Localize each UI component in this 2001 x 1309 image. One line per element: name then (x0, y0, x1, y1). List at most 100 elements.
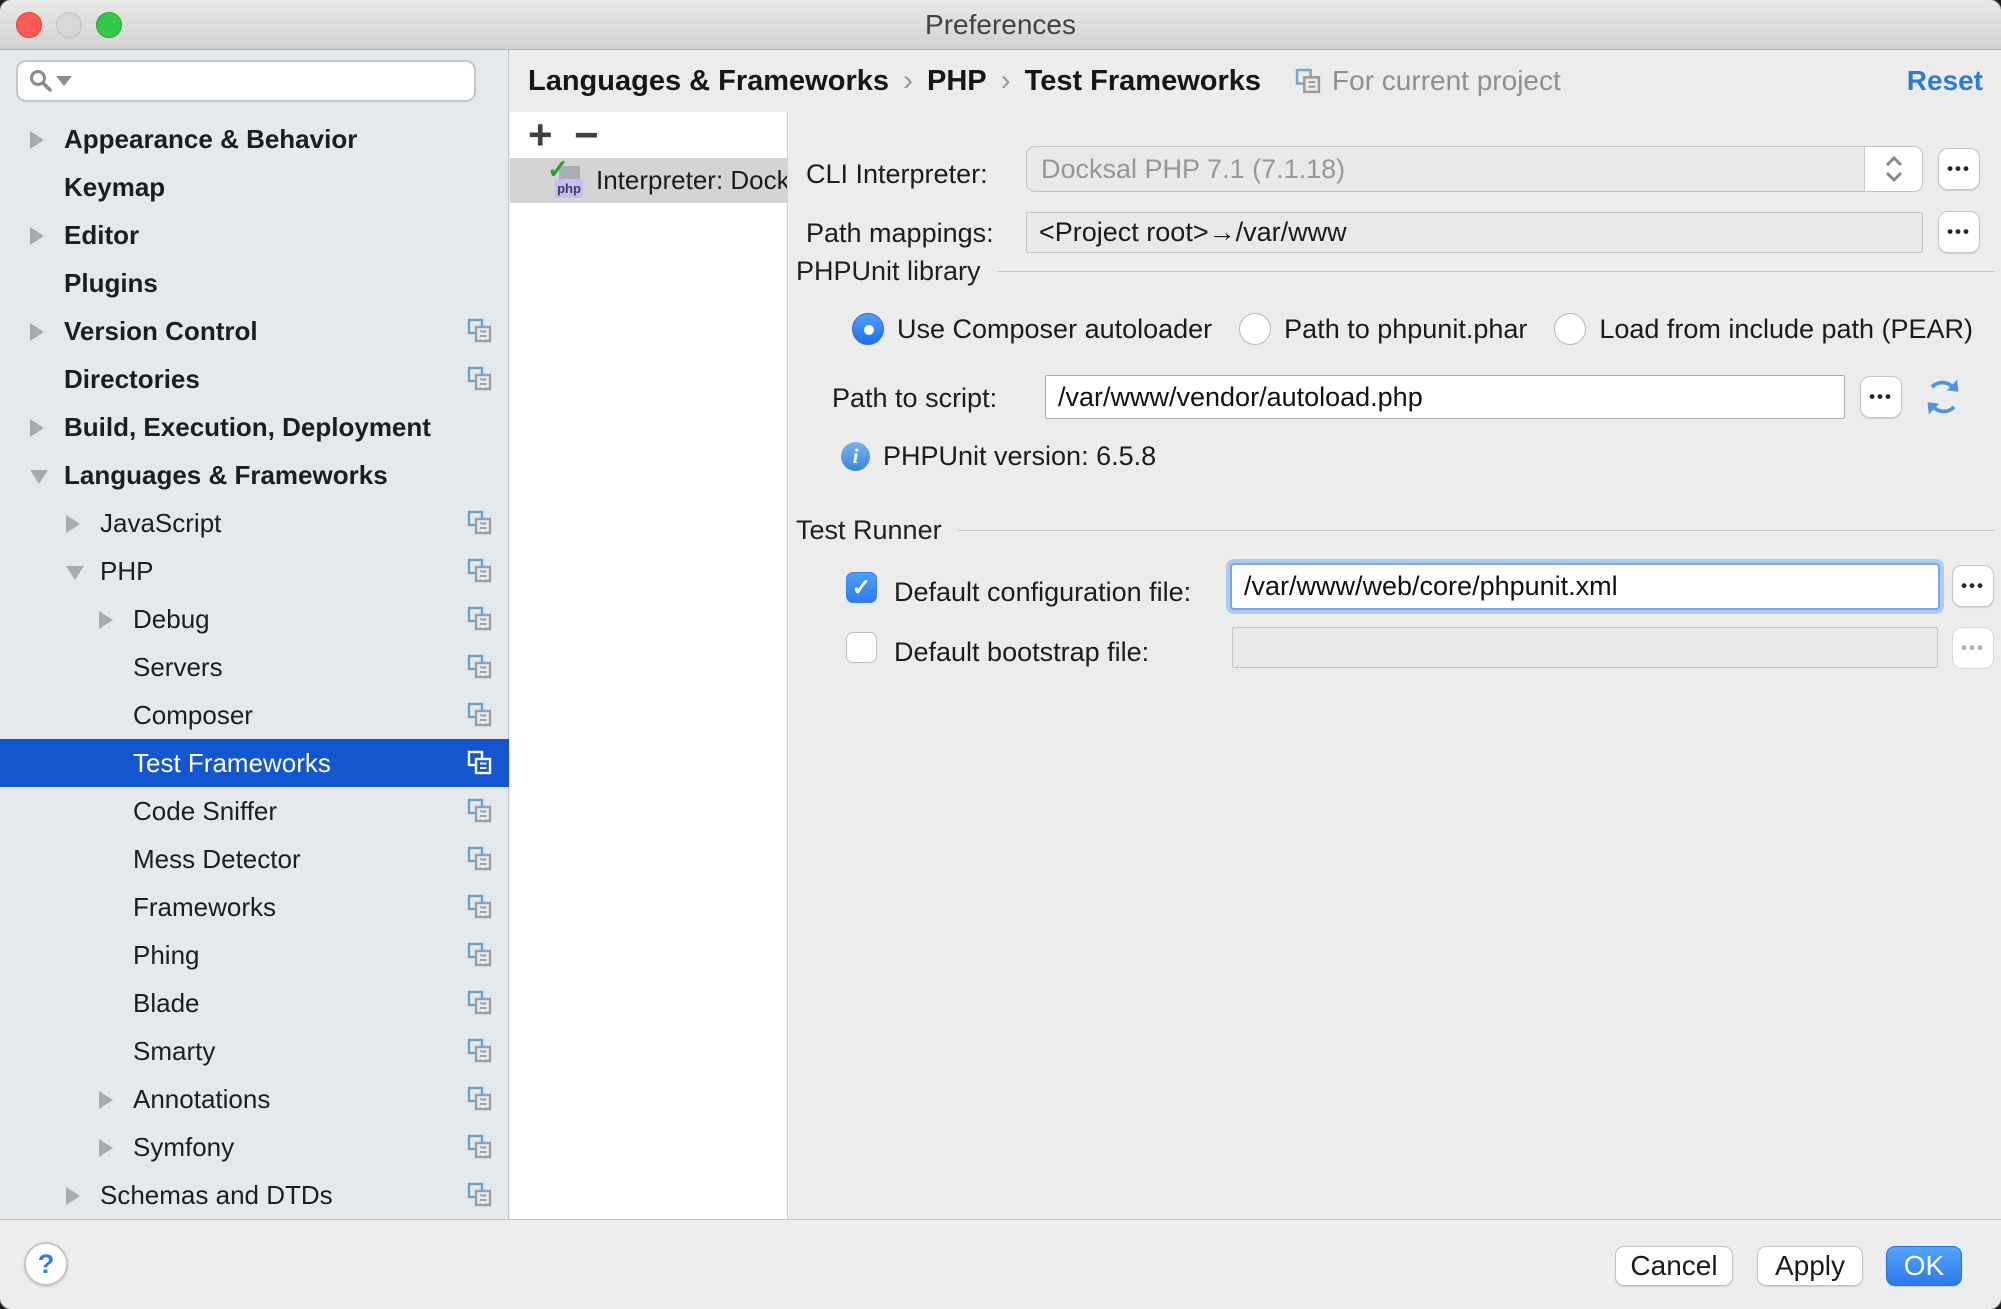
sidebar-item-label: Appearance & Behavior (64, 115, 357, 163)
sidebar-item-phing[interactable]: Phing (0, 931, 509, 979)
default-bootstrap-field[interactable] (1232, 627, 1938, 668)
shared-settings-icon (467, 894, 493, 920)
sidebar-item-label: Build, Execution, Deployment (64, 403, 431, 451)
sidebar-item-label: JavaScript (100, 499, 221, 547)
sidebar-item-plugins[interactable]: Plugins (0, 259, 509, 307)
radio-circle-icon[interactable] (1554, 313, 1586, 345)
radio-circle-icon[interactable] (852, 313, 884, 345)
search-icon (28, 68, 54, 94)
disclosure-expanded-icon[interactable] (30, 470, 48, 484)
sidebar-item-javascript[interactable]: JavaScript (0, 499, 509, 547)
search-input[interactable] (80, 65, 464, 98)
default-configuration-checkbox[interactable]: ✓ (846, 572, 877, 603)
interpreter-list-item[interactable]: ✓ php Interpreter: Dock (510, 158, 787, 203)
sidebar-item-test-frameworks[interactable]: Test Frameworks (0, 739, 509, 787)
disclosure-collapsed-icon[interactable] (66, 1187, 80, 1205)
disclosure-collapsed-icon[interactable] (99, 611, 113, 629)
sidebar-item-label: Debug (133, 595, 210, 643)
apply-button[interactable]: Apply (1757, 1246, 1863, 1286)
cli-interpreter-combobox[interactable]: Docksal PHP 7.1 (7.1.18) (1026, 146, 1923, 192)
sidebar-item-version-control[interactable]: Version Control (0, 307, 509, 355)
default-bootstrap-browse-button[interactable]: ••• (1952, 627, 1994, 669)
sidebar-item-mess-detector[interactable]: Mess Detector (0, 835, 509, 883)
sidebar-item-frameworks[interactable]: Frameworks (0, 883, 509, 931)
ok-button[interactable]: OK (1886, 1246, 1962, 1286)
path-to-script-browse-button[interactable]: ••• (1860, 376, 1902, 418)
preferences-window: Preferences Appearance & BehaviorKeymapE… (0, 0, 2001, 1309)
sidebar-item-smarty[interactable]: Smarty (0, 1027, 509, 1075)
sidebar-item-appearance-behavior[interactable]: Appearance & Behavior (0, 115, 509, 163)
sidebar-item-label: Languages & Frameworks (64, 451, 388, 499)
php-file-icon: ✓ php (546, 161, 586, 201)
default-bootstrap-checkbox[interactable] (846, 632, 877, 663)
cancel-button[interactable]: Cancel (1615, 1246, 1733, 1286)
sidebar-item-build-execution-deployment[interactable]: Build, Execution, Deployment (0, 403, 509, 451)
help-button[interactable]: ? (24, 1242, 68, 1286)
breadcrumb-php: PHP (927, 65, 987, 98)
sidebar-item-blade[interactable]: Blade (0, 979, 509, 1027)
disclosure-expanded-icon[interactable] (66, 566, 84, 580)
refresh-icon[interactable] (1922, 376, 1964, 418)
sidebar-item-label: Blade (133, 979, 200, 1027)
sidebar-item-symfony[interactable]: Symfony (0, 1123, 509, 1171)
settings-header: Languages & Frameworks › PHP › Test Fram… (510, 50, 2001, 112)
sidebar-item-servers[interactable]: Servers (0, 643, 509, 691)
disclosure-collapsed-icon[interactable] (30, 323, 44, 341)
sidebar-item-languages-frameworks[interactable]: Languages & Frameworks (0, 451, 509, 499)
radio-label: Use Composer autoloader (897, 314, 1212, 345)
disclosure-collapsed-icon[interactable] (30, 131, 44, 149)
add-interpreter-button[interactable]: + (528, 115, 574, 155)
disclosure-collapsed-icon[interactable] (30, 227, 44, 245)
sidebar-item-php[interactable]: PHP (0, 547, 509, 595)
radio-circle-icon[interactable] (1239, 313, 1271, 345)
sidebar-item-directories[interactable]: Directories (0, 355, 509, 403)
search-options-caret-icon[interactable] (56, 76, 72, 86)
default-configuration-browse-button[interactable]: ••• (1952, 565, 1994, 607)
reset-link[interactable]: Reset (1907, 65, 1983, 97)
disclosure-collapsed-icon[interactable] (99, 1139, 113, 1157)
php-badge: php (555, 179, 583, 198)
remove-interpreter-button[interactable]: − (574, 115, 620, 155)
default-configuration-field[interactable]: /var/www/web/core/phpunit.xml (1230, 563, 1940, 610)
disclosure-collapsed-icon[interactable] (66, 515, 80, 533)
sidebar-item-label: Composer (133, 691, 253, 739)
breadcrumb-languages-frameworks: Languages & Frameworks (528, 65, 889, 98)
default-configuration-label: Default configuration file: (894, 577, 1191, 608)
shared-settings-icon (467, 1086, 493, 1112)
shared-settings-icon (467, 606, 493, 632)
shared-settings-icon (467, 750, 493, 776)
stepper-chevrons-icon[interactable] (1864, 147, 1922, 191)
sidebar-item-label: Schemas and DTDs (100, 1171, 333, 1219)
sidebar-item-debug[interactable]: Debug (0, 595, 509, 643)
sidebar-item-annotations[interactable]: Annotations (0, 1075, 509, 1123)
shared-settings-icon (467, 1182, 493, 1208)
sidebar-item-code-sniffer[interactable]: Code Sniffer (0, 787, 509, 835)
shared-settings-icon (467, 510, 493, 536)
interpreters-panel: + − ✓ php Interpreter: Dock (510, 112, 788, 1219)
shared-settings-icon (467, 366, 493, 392)
radio-load-from-include-path-pear[interactable]: Load from include path (PEAR) (1554, 313, 1973, 345)
sidebar-item-composer[interactable]: Composer (0, 691, 509, 739)
sidebar-item-label: Servers (133, 643, 223, 691)
cli-interpreter-browse-button[interactable]: ••• (1938, 148, 1980, 190)
interpreters-toolbar: + − (510, 112, 787, 158)
path-to-script-label: Path to script: (832, 383, 997, 414)
disclosure-collapsed-icon[interactable] (30, 419, 44, 437)
sidebar-item-keymap[interactable]: Keymap (0, 163, 509, 211)
shared-settings-icon (467, 1134, 493, 1160)
radio-use-composer-autoloader[interactable]: Use Composer autoloader (852, 313, 1212, 345)
test-runner-title: Test Runner (796, 515, 942, 546)
radio-path-to-phpunit-phar[interactable]: Path to phpunit.phar (1239, 313, 1527, 345)
disclosure-collapsed-icon[interactable] (99, 1091, 113, 1109)
phpunit-library-title: PHPUnit library (796, 256, 981, 287)
sidebar-item-label: Annotations (133, 1075, 270, 1123)
path-to-script-field[interactable]: /var/www/vendor/autoload.php (1045, 375, 1845, 419)
sidebar-item-label: PHP (100, 547, 153, 595)
settings-sidebar: Appearance & BehaviorKeymapEditorPlugins… (0, 50, 509, 1219)
path-mappings-browse-button[interactable]: ••• (1938, 211, 1980, 253)
search-field[interactable] (16, 60, 476, 102)
settings-tree: Appearance & BehaviorKeymapEditorPlugins… (0, 115, 509, 1219)
path-mappings-field[interactable]: <Project root>→/var/www (1026, 212, 1923, 253)
sidebar-item-schemas-and-dtds[interactable]: Schemas and DTDs (0, 1171, 509, 1219)
sidebar-item-editor[interactable]: Editor (0, 211, 509, 259)
